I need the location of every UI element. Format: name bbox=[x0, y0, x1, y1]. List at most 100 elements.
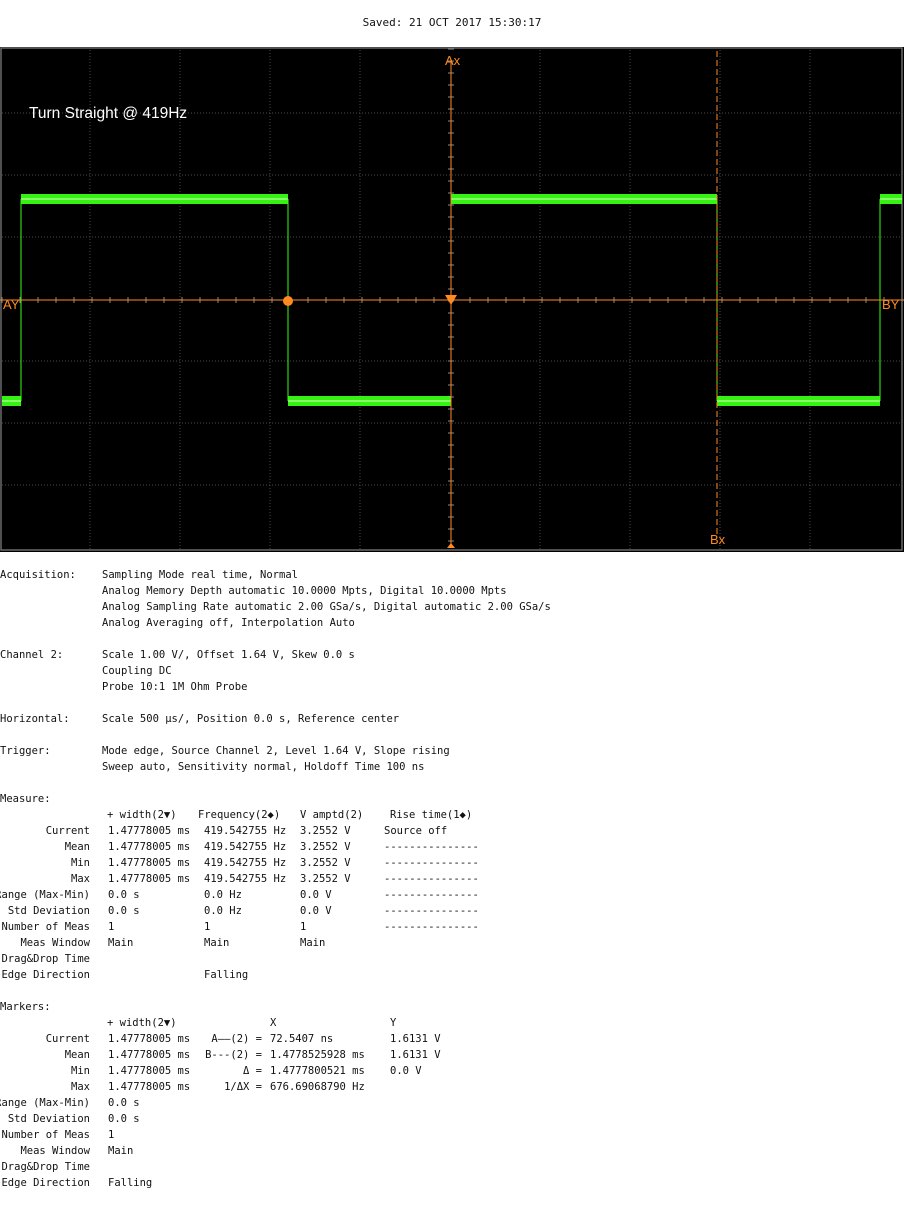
markers-row-label: Edge Direction bbox=[1, 1177, 90, 1189]
trigger-line: Sweep auto, Sensitivity normal, Holdoff … bbox=[102, 761, 425, 773]
measure-row-label: Mean bbox=[64, 841, 90, 853]
measure-cell: 1 bbox=[108, 921, 115, 933]
markers-value: 1.47778005 ms bbox=[108, 1049, 191, 1061]
acquisition-line: Analog Memory Depth automatic 10.0000 Mp… bbox=[102, 585, 507, 597]
measure-cell: 1 bbox=[204, 921, 211, 933]
measure-row-label: Min bbox=[71, 857, 90, 869]
markers-y-value: 1.6131 V bbox=[390, 1033, 441, 1045]
markers-row-label: Min bbox=[71, 1065, 90, 1077]
measure-cell: 0.0 Hz bbox=[204, 905, 242, 917]
markers-x-value: 1.4777800521 ms bbox=[270, 1065, 365, 1077]
measure-row-label: Number of Meas bbox=[1, 921, 90, 933]
markers-x-value: 72.5407 ns bbox=[270, 1033, 334, 1045]
bx-marker-label[interactable]: Bx bbox=[710, 532, 726, 547]
markers-value: 1.47778005 ms bbox=[108, 1081, 191, 1093]
acquisition-line: Analog Sampling Rate automatic 2.00 GSa/… bbox=[102, 601, 551, 613]
markers-value: Main bbox=[108, 1145, 134, 1157]
markers-value: 0.0 s bbox=[108, 1113, 140, 1125]
measure-cell: 3.2552 V bbox=[300, 873, 351, 885]
measure-row-label: Edge Direction bbox=[1, 969, 90, 981]
measure-cell: 3.2552 V bbox=[300, 857, 351, 869]
markers-y-value: 0.0 V bbox=[390, 1065, 422, 1077]
measure-cell: 3.2552 V bbox=[300, 825, 351, 837]
acquisition-line: Analog Averaging off, Interpolation Auto bbox=[102, 617, 355, 629]
markers-key: B---(2) = bbox=[205, 1049, 262, 1061]
screen-annotation: Turn Straight @ 419Hz bbox=[29, 105, 187, 122]
measure-cell: --------------- bbox=[384, 873, 479, 885]
markers-y-value: 1.6131 V bbox=[390, 1049, 441, 1061]
measure-cell: Main bbox=[108, 937, 134, 949]
measure-cell: 0.0 V bbox=[300, 889, 332, 901]
measure-cell: Main bbox=[300, 937, 326, 949]
markers-label: Markers: bbox=[0, 1001, 51, 1013]
markers-value: 1.47778005 ms bbox=[108, 1065, 191, 1077]
ax-marker-label[interactable]: Ax bbox=[445, 53, 461, 68]
markers-row-label: Std Deviation bbox=[7, 1113, 90, 1125]
measure-cell: Source off bbox=[384, 825, 448, 837]
trigger-label: Trigger: bbox=[0, 745, 51, 757]
horizontal-label: Horizontal: bbox=[0, 713, 70, 725]
measure-row-label: Current bbox=[45, 825, 90, 837]
measure-header: V amptd(2) bbox=[300, 809, 364, 821]
measure-cell: 419.542755 Hz bbox=[204, 857, 287, 869]
measure-row-label: Std Deviation bbox=[7, 905, 90, 917]
measure-header: + width(2▼) bbox=[107, 809, 177, 821]
measure-header: Rise time(1◆) bbox=[390, 809, 473, 821]
measure-cell: --------------- bbox=[384, 889, 479, 901]
markers-x-value: 676.69068790 Hz bbox=[270, 1081, 365, 1093]
measure-row-label: Max bbox=[71, 873, 90, 885]
measure-row-label: Range (Max-Min) bbox=[0, 889, 90, 901]
markers-y-header: Y bbox=[390, 1017, 397, 1029]
markers-value: Falling bbox=[108, 1177, 153, 1189]
measure-cell: --------------- bbox=[384, 841, 479, 853]
measure-cell: Falling bbox=[204, 969, 249, 981]
markers-row-label: Range (Max-Min) bbox=[0, 1097, 90, 1109]
markers-header: + width(2▼) bbox=[107, 1017, 177, 1029]
markers-key: 1/ΔX = bbox=[224, 1081, 262, 1093]
markers-row-label: Mean bbox=[64, 1049, 90, 1061]
markers-row-label: Max bbox=[71, 1081, 90, 1093]
by-marker-label[interactable]: BY bbox=[882, 297, 900, 312]
markers-row-label: Current bbox=[45, 1033, 90, 1045]
acquisition-label: Acquisition: bbox=[0, 569, 76, 581]
measure-cell: 0.0 V bbox=[300, 905, 332, 917]
markers-key: Δ = bbox=[243, 1065, 262, 1077]
measure-cell: --------------- bbox=[384, 905, 479, 917]
markers-value: 0.0 s bbox=[108, 1097, 140, 1109]
markers-key: A——(2) = bbox=[211, 1033, 262, 1045]
measure-cell: 419.542755 Hz bbox=[204, 825, 287, 837]
markers-x-value: 1.4778525928 ms bbox=[270, 1049, 365, 1061]
markers-value: 1.47778005 ms bbox=[108, 1033, 191, 1045]
measure-cell: 1.47778005 ms bbox=[108, 873, 191, 885]
markers-row-label: Drag&Drop Time bbox=[1, 1161, 90, 1173]
measure-row-label: Drag&Drop Time bbox=[1, 953, 90, 965]
measure-cell: 1.47778005 ms bbox=[108, 857, 191, 869]
markers-x-header: X bbox=[270, 1017, 277, 1029]
channel-2-label: Channel 2: bbox=[0, 649, 64, 661]
measure-cell: 1 bbox=[300, 921, 307, 933]
measure-cell: 0.0 s bbox=[108, 905, 140, 917]
scope-screen[interactable]: Ax Bx AY BY Turn Straight @ 419Hz bbox=[0, 47, 904, 552]
measure-row-label: Meas Window bbox=[20, 937, 90, 949]
measure-cell: 419.542755 Hz bbox=[204, 841, 287, 853]
measure-header: Frequency(2◆) bbox=[198, 809, 281, 821]
channel-2-line: Coupling DC bbox=[102, 665, 172, 677]
measure-cell: 419.542755 Hz bbox=[204, 873, 287, 885]
ay-marker-label[interactable]: AY bbox=[3, 297, 20, 312]
saved-timestamp: Saved: 21 OCT 2017 15:30:17 bbox=[362, 16, 542, 29]
measure-cell: 0.0 Hz bbox=[204, 889, 242, 901]
horizontal-line: Scale 500 µs/, Position 0.0 s, Reference… bbox=[102, 713, 400, 725]
measure-cell: 3.2552 V bbox=[300, 841, 351, 853]
measure-label: Measure: bbox=[0, 793, 51, 805]
channel-2-line: Scale 1.00 V/, Offset 1.64 V, Skew 0.0 s bbox=[102, 649, 355, 661]
trigger-line: Mode edge, Source Channel 2, Level 1.64 … bbox=[102, 745, 450, 757]
trigger-point-icon bbox=[283, 296, 293, 306]
measure-cell: 1.47778005 ms bbox=[108, 841, 191, 853]
measure-cell: 1.47778005 ms bbox=[108, 825, 191, 837]
markers-row-label: Number of Meas bbox=[1, 1129, 90, 1141]
measure-cell: --------------- bbox=[384, 857, 479, 869]
measure-cell: Main bbox=[204, 937, 230, 949]
channel-2-line: Probe 10:1 1M Ohm Probe bbox=[102, 681, 248, 693]
acquisition-line: Sampling Mode real time, Normal bbox=[102, 569, 298, 581]
markers-row-label: Meas Window bbox=[20, 1145, 90, 1157]
